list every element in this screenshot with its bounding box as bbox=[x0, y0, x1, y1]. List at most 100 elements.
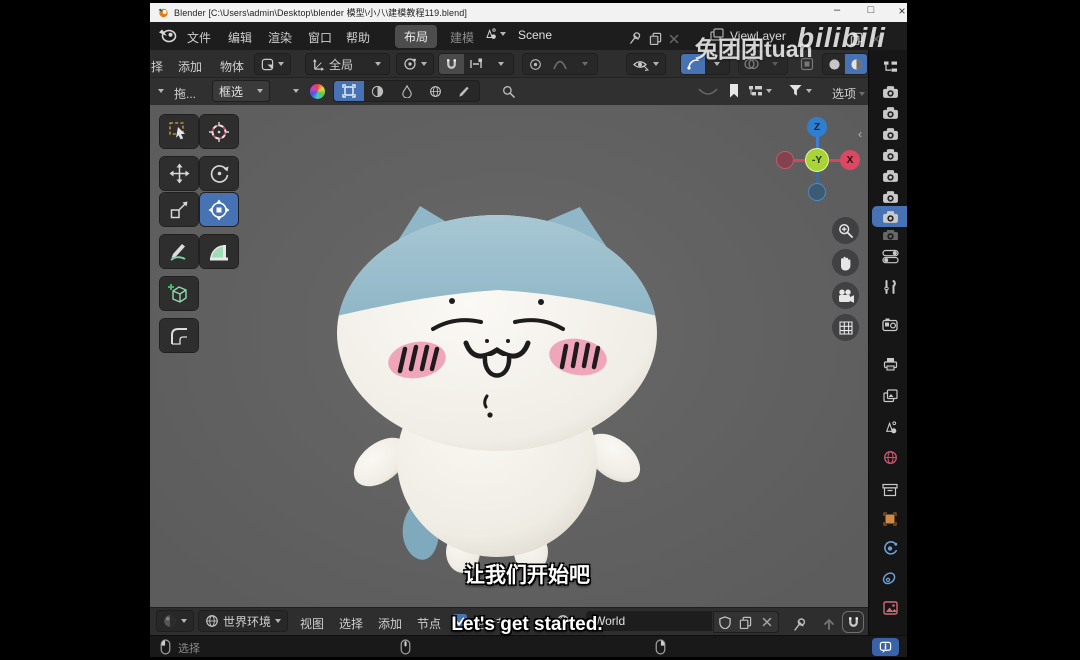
camera-tab-4-icon[interactable] bbox=[879, 146, 901, 164]
render-tab-icon[interactable] bbox=[879, 316, 901, 334]
camera-tab-1-icon[interactable] bbox=[879, 83, 901, 101]
scene-tab-icon[interactable] bbox=[879, 418, 901, 436]
tool-cursor[interactable] bbox=[200, 115, 238, 148]
texture-tab-icon[interactable] bbox=[879, 599, 901, 617]
navigation-gizmo[interactable]: Z X -Y bbox=[772, 115, 862, 205]
shader-menu-node[interactable]: 节点 bbox=[417, 615, 441, 632]
snap-toggle[interactable] bbox=[439, 54, 464, 74]
bookmark-icon[interactable] bbox=[728, 83, 740, 99]
info-button[interactable] bbox=[872, 638, 899, 656]
fake-user-shield-icon[interactable] bbox=[714, 612, 735, 632]
tool-annotate[interactable] bbox=[160, 235, 198, 268]
camera-view-button[interactable] bbox=[832, 282, 859, 309]
menu-select-truncated[interactable]: 择 bbox=[151, 58, 163, 75]
gizmo-axis-neg-y[interactable]: -Y bbox=[805, 148, 829, 172]
view-layer-tab-icon[interactable] bbox=[879, 387, 901, 405]
curve-widget-icon[interactable] bbox=[698, 87, 718, 97]
tool-move[interactable] bbox=[160, 157, 198, 190]
scene-unlink-icon[interactable] bbox=[663, 28, 685, 50]
header-collapse-chevron[interactable] bbox=[158, 89, 164, 93]
proportional-dropdown[interactable] bbox=[572, 54, 597, 74]
camera-tab-active[interactable] bbox=[872, 206, 907, 227]
shading-half-icon[interactable] bbox=[364, 81, 393, 101]
workspace-tab-modeling[interactable]: 建模 bbox=[450, 29, 474, 46]
tool-scale[interactable] bbox=[160, 193, 198, 226]
pan-hand-button[interactable] bbox=[832, 249, 859, 276]
collection-tab-icon[interactable] bbox=[879, 481, 901, 499]
shader-mode-dropdown[interactable]: 世界环境 bbox=[198, 610, 288, 632]
gizmo-axis-z[interactable]: Z bbox=[807, 117, 827, 137]
tool-measure[interactable] bbox=[200, 235, 238, 268]
gizmo-axis-x[interactable]: X bbox=[840, 150, 860, 170]
brush-icon[interactable] bbox=[449, 81, 479, 101]
minimize-button[interactable]: – bbox=[825, 4, 849, 16]
shader-menu-add[interactable]: 添加 bbox=[378, 615, 402, 632]
menu-edit[interactable]: 编辑 bbox=[228, 29, 252, 46]
output-tab-icon[interactable] bbox=[879, 355, 901, 373]
outliner-display-dropdown[interactable] bbox=[748, 84, 772, 98]
toggles-icon[interactable] bbox=[879, 247, 901, 265]
camera-tab-6-icon[interactable] bbox=[879, 188, 901, 206]
scene-browse-button[interactable] bbox=[483, 27, 506, 41]
tool-tab-icon[interactable] bbox=[879, 278, 901, 296]
world-name-field[interactable]: World bbox=[586, 611, 712, 631]
tool-rotate[interactable] bbox=[200, 157, 238, 190]
options-dropdown[interactable]: 选项 bbox=[832, 85, 865, 102]
constraints-tab-icon[interactable] bbox=[879, 569, 901, 587]
snap-circled-magnet-icon[interactable] bbox=[842, 611, 864, 633]
search-icon[interactable] bbox=[502, 85, 515, 98]
snap-dropdown[interactable] bbox=[488, 54, 513, 74]
filter-dropdown[interactable] bbox=[788, 83, 812, 98]
proportional-edit-toggle[interactable] bbox=[523, 54, 548, 74]
close-button[interactable]: × bbox=[890, 4, 907, 18]
select-region-icon[interactable] bbox=[334, 81, 364, 101]
new-copy-icon[interactable] bbox=[735, 612, 756, 632]
maximize-button[interactable]: □ bbox=[859, 4, 883, 16]
proportional-falloff-icon[interactable] bbox=[548, 54, 573, 74]
droplet-icon[interactable] bbox=[392, 81, 421, 101]
object-tab-icon[interactable] bbox=[879, 510, 901, 528]
sidebar-collapse-chevron[interactable]: ‹ bbox=[858, 127, 862, 141]
editor-colorball-icon[interactable] bbox=[310, 84, 325, 99]
pin-icon[interactable] bbox=[788, 613, 810, 635]
unlink-icon[interactable] bbox=[757, 612, 778, 632]
shader-menu-view[interactable]: 视图 bbox=[300, 615, 324, 632]
menu-add[interactable]: 添加 bbox=[178, 58, 202, 75]
camera-tab-5-icon[interactable] bbox=[879, 167, 901, 185]
scene-pin-icon[interactable] bbox=[624, 27, 646, 49]
box-select-dropdown[interactable]: 框选 bbox=[212, 80, 270, 102]
shading-solid-icon[interactable] bbox=[823, 54, 845, 74]
object-mode-dropdown[interactable] bbox=[254, 53, 291, 75]
camera-tab-2-icon[interactable] bbox=[879, 104, 901, 122]
tool-select-box[interactable] bbox=[160, 115, 198, 148]
tool-corner[interactable] bbox=[160, 319, 198, 352]
gizmo-axis-neg-x[interactable] bbox=[776, 151, 794, 169]
snap-target-icon[interactable] bbox=[464, 54, 489, 74]
outliner-icon[interactable] bbox=[879, 58, 901, 76]
zoom-button[interactable] bbox=[832, 217, 859, 244]
globe-arrow-icon[interactable] bbox=[421, 81, 450, 101]
tool-add-cube[interactable] bbox=[160, 277, 198, 310]
world-tab-icon[interactable] bbox=[879, 448, 901, 466]
parent-up-icon[interactable] bbox=[818, 613, 840, 635]
scene-name-field[interactable]: Scene bbox=[510, 25, 622, 45]
menu-object[interactable]: 物体 bbox=[220, 58, 244, 75]
menu-help[interactable]: 帮助 bbox=[346, 29, 370, 46]
viewport-3d[interactable]: Z X -Y ‹ bbox=[150, 105, 868, 607]
shader-menu-select[interactable]: 选择 bbox=[339, 615, 363, 632]
editor-type-dropdown[interactable] bbox=[156, 610, 194, 632]
menu-window[interactable]: 窗口 bbox=[308, 29, 332, 46]
workspace-tab-layout[interactable]: 布局 bbox=[395, 25, 437, 48]
menu-file[interactable]: 文件 bbox=[187, 29, 211, 46]
menu-render[interactable]: 渲染 bbox=[268, 29, 292, 46]
pivot-point-dropdown[interactable] bbox=[396, 53, 434, 75]
gizmo-axis-neg-z[interactable] bbox=[808, 183, 826, 201]
tool-drag-label[interactable]: 拖... bbox=[174, 85, 196, 102]
grid-ortho-button[interactable] bbox=[832, 314, 859, 341]
camera-tab-3-icon[interactable] bbox=[879, 125, 901, 143]
transform-orientation-dropdown[interactable]: 全局 bbox=[305, 53, 390, 75]
tool-transform[interactable] bbox=[200, 193, 238, 226]
tool-options-chevron[interactable] bbox=[293, 89, 299, 93]
shading-rendered-icon[interactable] bbox=[845, 54, 867, 74]
visibility-dropdown[interactable] bbox=[626, 53, 666, 75]
